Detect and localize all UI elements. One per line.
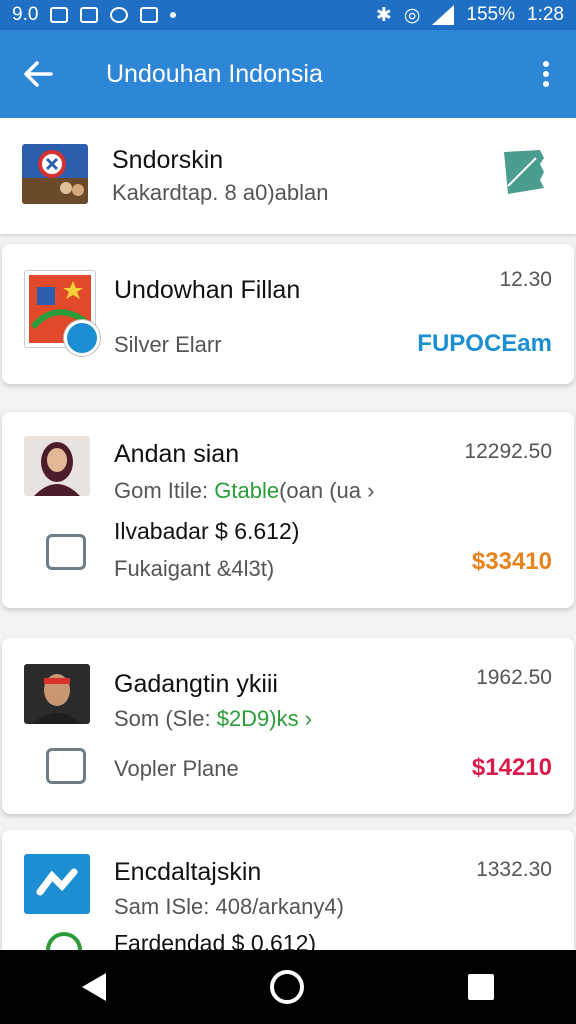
card-title: Undowhan Fillan <box>114 276 301 304</box>
card-line: Vopler Plane <box>114 756 239 781</box>
card-amount: 1332.30 <box>476 858 552 881</box>
card-amount: 1962.50 <box>476 666 552 689</box>
order-card[interactable]: Encdaltajskin 1332.30 Sam ISle: 408/arka… <box>2 830 574 968</box>
notification-dot-icon <box>170 12 177 18</box>
settings-icon <box>110 7 129 23</box>
more-options-button[interactable] <box>516 30 576 118</box>
nav-back-icon[interactable] <box>82 973 106 1001</box>
avatar <box>24 436 90 496</box>
nav-recents-icon[interactable] <box>468 974 494 1000</box>
card-line: Fukaigant &4l3t) <box>114 556 275 581</box>
app-bar: Undouhan Indonsia <box>0 30 576 118</box>
alarm-icon: ◎ <box>403 4 421 26</box>
back-button[interactable] <box>0 30 76 118</box>
signal-icon <box>432 5 455 25</box>
card-amount: 12.30 <box>499 268 552 291</box>
item-title: Sndorskin <box>112 146 224 174</box>
order-card[interactable]: Undowhan Fillan 12.30 Silver Elarr FUPOC… <box>2 244 574 384</box>
system-nav-bar <box>0 950 576 1024</box>
image-icon <box>50 7 69 23</box>
order-card[interactable]: Gadangtin ykiii 1962.50 Som (Sle: $2D9)k… <box>2 638 574 814</box>
edit-icon <box>80 7 99 23</box>
card-subtitle: Silver Elarr <box>114 332 222 357</box>
avatar <box>24 664 90 724</box>
status-left-text: 9.0 <box>12 4 39 25</box>
more-vert-icon <box>543 61 549 67</box>
card-detail: Som (Sle: $2D9)ks › <box>114 706 312 732</box>
detail-label: Gom Itile: <box>114 478 215 503</box>
card-price: $14210 <box>471 754 552 781</box>
list-item[interactable]: Sndorskin Kakardtap. 8 a0)ablan <box>0 118 576 234</box>
stamp-icon[interactable] <box>500 146 548 196</box>
nav-home-icon[interactable] <box>270 970 304 1004</box>
item-thumbnail <box>22 144 88 204</box>
card-line: Ilvabadar $ 6.612) <box>114 518 300 544</box>
back-arrow-icon <box>24 61 53 87</box>
card-amount: 12292.50 <box>464 440 552 463</box>
card-title: Encdaltajskin <box>114 858 262 886</box>
battery-text: 155% <box>466 4 516 25</box>
card-detail: Gom Itile: Gtable(oan (ua › <box>114 478 374 504</box>
card-detail: Sam ISle: 408/arkany4) <box>114 894 344 919</box>
status-right: ✱ ◎ 155% 1:28 <box>376 4 564 27</box>
detail-link[interactable]: (oan (ua › <box>279 478 374 503</box>
detail-label: Som (Sle: <box>114 706 217 731</box>
status-text: Gtable <box>214 478 280 503</box>
status-bar: 9.0 ✱ ◎ 155% 1:28 <box>0 0 576 30</box>
order-card[interactable]: Andan sian 12292.50 Gom Itile: Gtable(oa… <box>2 412 574 608</box>
card-title: Andan sian <box>114 440 240 468</box>
bluetooth-icon: ✱ <box>375 4 392 26</box>
item-subtitle: Kakardtap. 8 a0)ablan <box>112 180 329 205</box>
calculator-icon <box>46 748 86 784</box>
app-logo <box>24 854 90 914</box>
detail-link[interactable]: $2D9)ks › <box>217 706 312 731</box>
wallet-icon <box>46 534 86 570</box>
clock-text: 1:28 <box>527 4 564 25</box>
card-price: $33410 <box>471 548 552 575</box>
photo-icon <box>140 7 159 23</box>
card-title: Gadangtin ykiii <box>114 670 278 698</box>
badge-icon <box>64 320 100 356</box>
page-title: Undouhan Indonsia <box>106 59 323 88</box>
card-tag[interactable]: FUPOCEam <box>417 330 552 358</box>
status-left: 9.0 <box>12 4 177 26</box>
